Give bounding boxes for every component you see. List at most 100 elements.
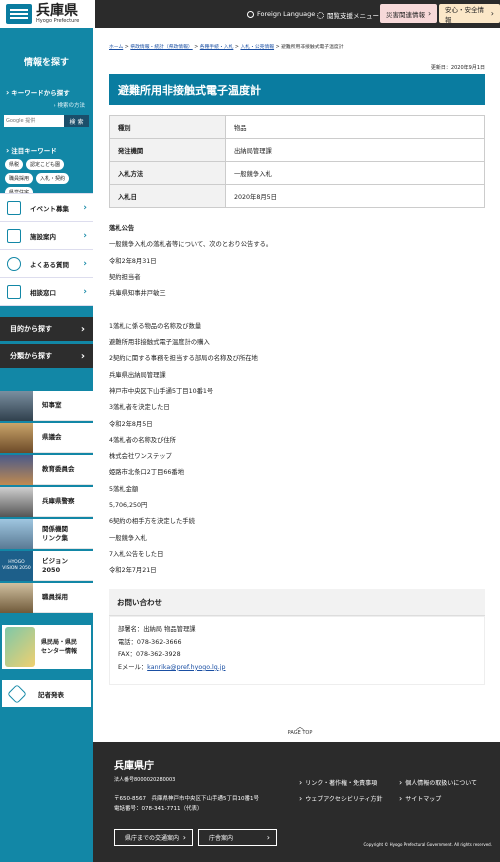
attention-keywords-label: 注目キーワード	[6, 145, 93, 155]
building-icon	[7, 229, 21, 243]
page-top-label: PAGE TOP	[287, 730, 313, 736]
press-release-banner[interactable]: 記者発表	[2, 680, 91, 707]
link-recruitment[interactable]: 職員採用	[0, 582, 93, 613]
table-cell: 一般競争入札	[225, 161, 485, 185]
keyword-tag[interactable]: 認定こども園	[26, 159, 65, 170]
footer-link[interactable]: リンク・著作権・免責事項	[299, 778, 377, 787]
search-by-purpose-button[interactable]: 目的から探す	[0, 317, 93, 341]
link-related-organizations[interactable]: 関係機関 リンク集	[0, 518, 93, 549]
table-row: 入札方法 一般競争入札	[109, 161, 485, 185]
footer-address: 〒650-8567 兵庫県神戸市中央区下山手通5丁目10番1号 電話番号：078-…	[114, 794, 259, 814]
access-guide-button[interactable]: 県庁までの交通案内	[114, 829, 193, 846]
recruitment-photo	[0, 582, 33, 613]
vision-logo-text: HYOGO VISION 2050	[2, 559, 31, 571]
search-button[interactable]: 検 索	[64, 115, 89, 127]
body-line: 避難所用非接触式電子温度計の購入	[109, 339, 210, 347]
table-row: 種別 物品	[109, 115, 485, 139]
foreign-language-link[interactable]: Foreign Language	[247, 10, 315, 18]
vision-logo: HYOGO VISION 2050	[0, 550, 33, 581]
link-vision-2050[interactable]: HYOGO VISION 2050 ビジョン 2050	[0, 550, 93, 581]
keyword-tag[interactable]: 県税	[5, 159, 24, 170]
body-line: 一般競争入札	[109, 534, 147, 542]
body-line: 4落札者の名称及び住所	[109, 436, 176, 444]
page-top-button[interactable]: ︿ PAGE TOP	[270, 723, 330, 737]
body-line: 令和2年8月31日	[109, 257, 157, 265]
body-line: 兵庫県出納局管理課	[109, 371, 166, 379]
table-row: 入札日 2020年8月5日	[109, 184, 485, 208]
disaster-info-button[interactable]: 災害関連情報 ›	[380, 4, 438, 23]
email-link[interactable]: kanrika@pref.hyogo.lg.jp	[147, 664, 225, 671]
body-line: 3落札者を決定した日	[109, 404, 170, 412]
logo-title: 兵庫県	[36, 3, 78, 19]
keyword-search-label: キーワードから探す	[6, 87, 93, 97]
attention-keywords-text: 注目キーワード	[11, 147, 57, 155]
footer-link[interactable]: 個人情報の取扱いについて	[399, 778, 477, 787]
email-label: Eメール：	[118, 663, 148, 671]
megaphone-icon	[7, 201, 21, 215]
search-method-link[interactable]: › 検索の方法	[0, 101, 93, 109]
keyword-tag[interactable]: 入札・契約	[36, 173, 70, 184]
footer-link[interactable]: サイトマップ	[399, 794, 441, 803]
governor-photo	[0, 390, 33, 421]
link-assembly[interactable]: 県議会	[0, 422, 93, 453]
updated-date: 更新日：2020年9月1日	[430, 65, 485, 71]
search-input[interactable]	[4, 115, 64, 127]
menu-item-events[interactable]: イベント募集	[0, 194, 93, 222]
table-row: 発注機関 出納局管理課	[109, 138, 485, 162]
summary-table: 種別 物品 発注機関 出納局管理課 入札方法 一般競争入札 入札日 2020年8月5日	[109, 115, 485, 208]
body-line: 一般競争入札の落札者等について、次のとおり公告する。	[109, 241, 273, 249]
body-line: 5,706,250円	[109, 502, 148, 510]
keyword-tag[interactable]: 職員採用	[5, 173, 34, 184]
link-police[interactable]: 兵庫県警察	[0, 486, 93, 517]
search-box: 検 索	[4, 115, 89, 127]
footer-link[interactable]: ウェブアクセシビリティ方針	[299, 794, 382, 803]
breadcrumb-link[interactable]: ホーム	[109, 45, 123, 50]
link-education-board[interactable]: 教育委員会	[0, 454, 93, 485]
accessibility-menu-link[interactable]: 閲覧支援メニュー	[317, 10, 379, 20]
search-method-text: 検索の方法	[57, 103, 85, 109]
link-label: 兵庫県警察	[42, 497, 75, 505]
breadcrumb-link[interactable]: 県政情報・統計（県政情報）	[130, 45, 192, 50]
chevron-right-icon: ›	[428, 9, 432, 18]
body-spacer	[109, 306, 485, 314]
table-cell: 出納局管理課	[225, 138, 485, 162]
menu-item-facilities[interactable]: 施設案内	[0, 222, 93, 250]
footer-link-label: サイトマップ	[405, 796, 442, 803]
footer-title: 兵庫県庁	[114, 761, 154, 772]
menu-item-consultation[interactable]: 相談窓口	[0, 278, 93, 306]
foreign-language-label: Foreign Language	[257, 10, 316, 18]
contact-title: お問い合わせ	[109, 589, 485, 617]
body-line: 7入札公告をした日	[109, 550, 164, 558]
sidebar-title: 情報を探す	[23, 58, 69, 68]
building-guide-label: 庁舎案内	[209, 835, 234, 842]
chevron-right-icon: ›	[490, 9, 494, 18]
access-guide-label: 県庁までの交通案内	[125, 835, 180, 842]
address-text: 〒650-8567 兵庫県神戸市中央区下山手通5丁目10番1号	[114, 796, 259, 802]
breadcrumb-link[interactable]: 入札・公売情報	[240, 45, 274, 50]
body-line: 姫路市北条口2丁目66番地	[109, 469, 184, 477]
body-line: 1落札に係る物品の名称及び数量	[109, 322, 202, 330]
search-by-category-button[interactable]: 分類から探す	[0, 344, 93, 368]
menu-item-faq[interactable]: よくある質問	[0, 250, 93, 278]
keyword-search-text: キーワードから探す	[11, 89, 70, 97]
body-line: 5落札金額	[109, 485, 139, 493]
body-line: 6契約の相手方を決定した手続	[109, 518, 195, 526]
table-header-cell: 発注機関	[109, 138, 226, 162]
link-governor[interactable]: 知事室	[0, 390, 93, 421]
footer-link-label: 個人情報の取扱いについて	[405, 780, 478, 787]
site-logo[interactable]: 兵庫県 Hyogo Prefecture	[0, 0, 95, 28]
breadcrumb-link[interactable]: 各種手続・入札	[200, 45, 234, 50]
contact-tel: 電話：078-362-3666	[118, 638, 182, 646]
phone-text: 電話番号：078-341-7711（代表）	[114, 806, 203, 812]
footer-link-label: リンク・著作権・免責事項	[305, 780, 378, 787]
safety-info-button[interactable]: 安心・安全情報 ›	[439, 4, 500, 24]
announcement-heading: 落札公告	[109, 225, 135, 232]
people-icon	[7, 285, 21, 299]
sidebar-menu: イベント募集 施設案内 よくある質問 相談窓口	[0, 193, 93, 306]
building-guide-button[interactable]: 庁舎案内	[198, 829, 277, 846]
assembly-photo	[0, 422, 33, 453]
link-label: 県議会	[42, 433, 62, 441]
body-line: 令和2年8月5日	[109, 420, 153, 428]
regional-center-banner[interactable]: 県民局・県民 センター情報	[2, 625, 91, 669]
link-label: 職員採用	[42, 593, 68, 601]
